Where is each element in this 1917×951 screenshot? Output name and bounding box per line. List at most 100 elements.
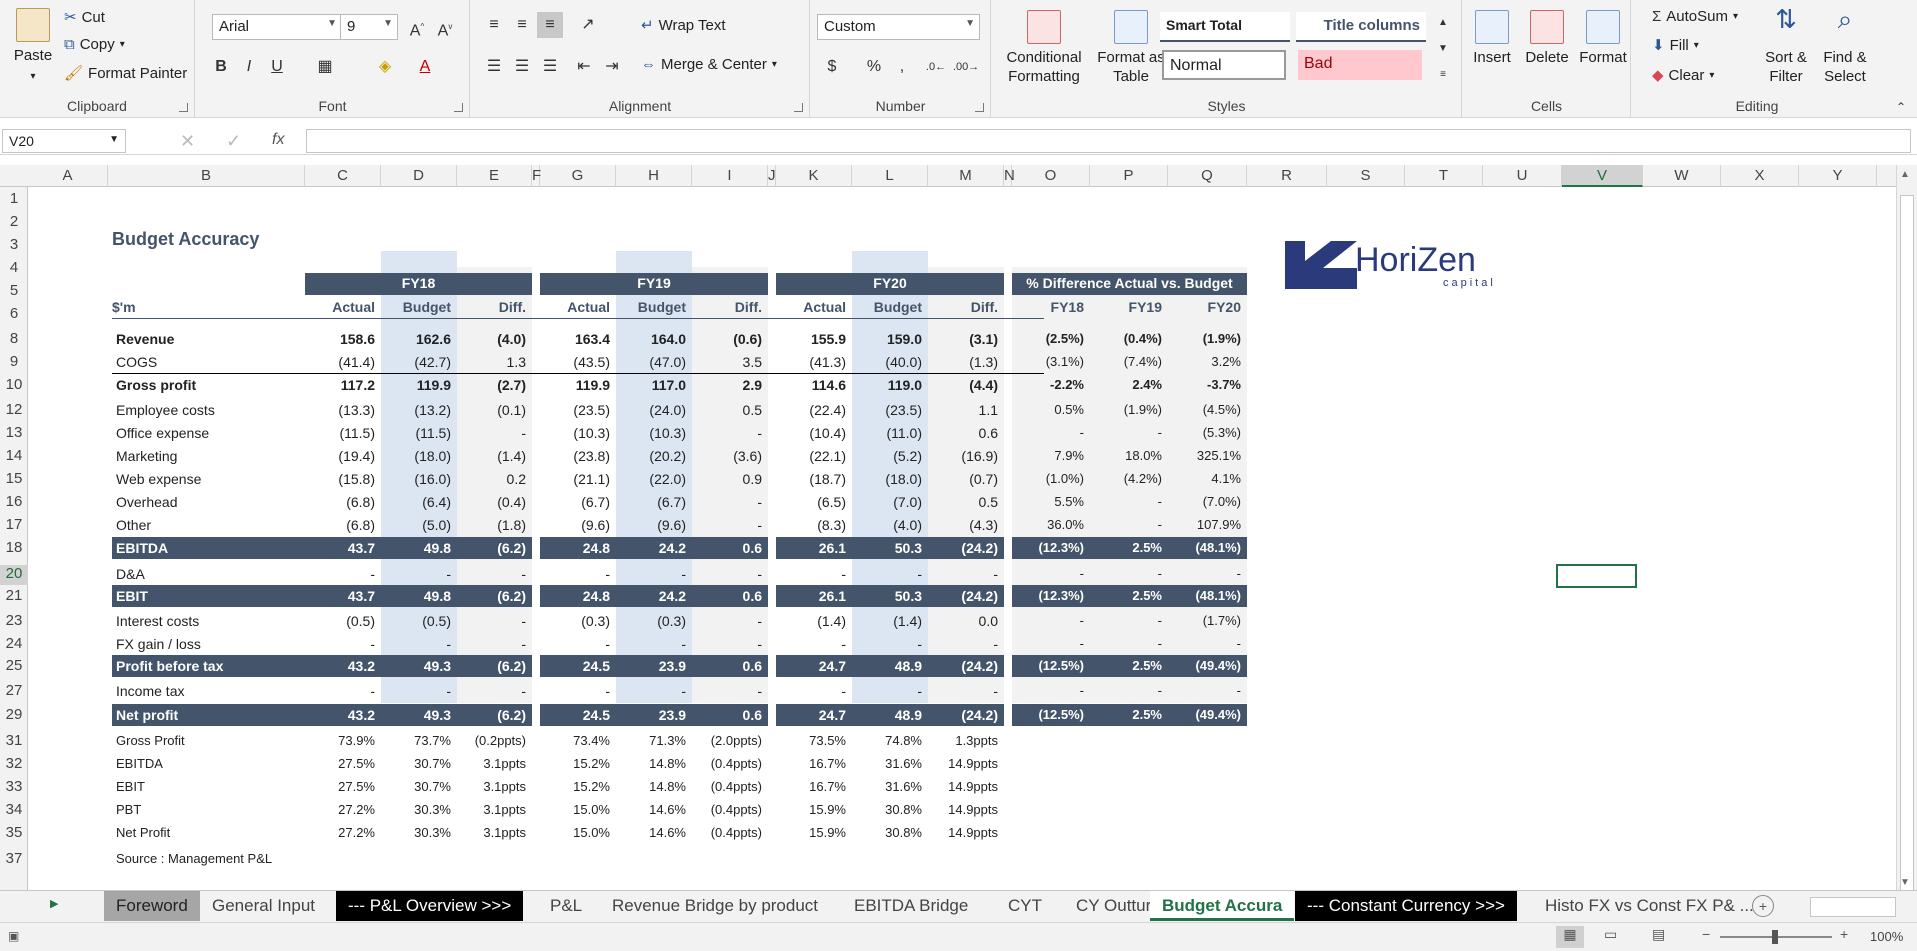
- cancel-icon[interactable]: ✕: [180, 131, 195, 152]
- scroll-up-icon[interactable]: ▲: [1900, 169, 1910, 180]
- increase-font-icon[interactable]: A^: [404, 14, 430, 40]
- active-cell-cursor[interactable]: [1556, 564, 1637, 588]
- style-normal[interactable]: Normal: [1162, 50, 1286, 80]
- page-break-icon[interactable]: ▤: [1652, 926, 1665, 943]
- sheet-tab[interactable]: Revenue Bridge by product: [600, 891, 830, 921]
- tab-scroll-right-icon[interactable]: ▶: [50, 897, 58, 910]
- row-header[interactable]: 32: [0, 755, 28, 775]
- column-header[interactable]: A: [28, 165, 108, 187]
- row-header[interactable]: 16: [0, 493, 28, 513]
- sheet-tab[interactable]: General Input: [200, 891, 327, 921]
- zoom-in-icon[interactable]: +: [1840, 926, 1848, 942]
- borders-icon[interactable]: ▦: [312, 54, 338, 80]
- paste-button[interactable]: Paste ▾: [6, 8, 60, 86]
- row-header[interactable]: 37: [0, 850, 28, 870]
- row-header[interactable]: 20: [0, 565, 28, 585]
- insert-button[interactable]: Insert: [1465, 10, 1519, 67]
- cut-button[interactable]: ✂ Cut: [64, 8, 105, 27]
- column-header[interactable]: O: [1012, 165, 1090, 187]
- row-header[interactable]: 15: [0, 470, 28, 490]
- wrap-text-button[interactable]: ↵ Wrap Text: [641, 16, 726, 35]
- row-header[interactable]: 3: [0, 236, 28, 256]
- decrease-indent-icon[interactable]: ⇤: [571, 54, 597, 80]
- row-header[interactable]: 34: [0, 801, 28, 821]
- horizontal-scrollbar[interactable]: [1810, 897, 1896, 917]
- column-header[interactable]: K: [776, 165, 852, 187]
- insert-function-icon[interactable]: fx: [272, 131, 284, 149]
- column-header[interactable]: M: [928, 165, 1004, 187]
- sheet-tab[interactable]: EBITDA Bridge: [842, 891, 980, 921]
- font-size-box[interactable]: 9 ▼: [340, 14, 398, 40]
- column-header[interactable]: C: [305, 165, 381, 187]
- font-launcher-icon[interactable]: .: [454, 103, 463, 112]
- column-header[interactable]: E: [457, 165, 532, 187]
- conditional-formatting-button[interactable]: Conditional Formatting: [996, 10, 1092, 86]
- name-box[interactable]: V20 ▼: [2, 129, 126, 153]
- worksheet-grid[interactable]: Budget Accuracy HoriZen capital FY18 FY19…: [28, 187, 1896, 890]
- align-middle-icon[interactable]: ≡: [509, 12, 535, 38]
- row-header[interactable]: 12: [0, 401, 28, 421]
- number-format-box[interactable]: Custom ▼: [817, 14, 980, 40]
- row-header[interactable]: 27: [0, 682, 28, 702]
- column-header[interactable]: L: [852, 165, 928, 187]
- column-header[interactable]: G: [540, 165, 616, 187]
- column-header[interactable]: S: [1327, 165, 1405, 187]
- sheet-tab[interactable]: --- Constant Currency >>>: [1295, 891, 1517, 921]
- row-header[interactable]: 21: [0, 587, 28, 607]
- styles-scroll-up-icon[interactable]: ▲: [1430, 10, 1456, 36]
- find-select-button[interactable]: ⌕ Find & Select: [1816, 6, 1874, 86]
- page-layout-icon[interactable]: ▭: [1604, 926, 1617, 943]
- styles-more-icon[interactable]: ≡: [1430, 62, 1456, 88]
- alignment-launcher-icon[interactable]: .: [794, 103, 803, 112]
- merge-center-button[interactable]: ⇔ Merge & Center ▾: [641, 56, 777, 73]
- delete-button[interactable]: Delete: [1519, 10, 1575, 67]
- row-header[interactable]: 24: [0, 635, 28, 655]
- row-header[interactable]: 2: [0, 213, 28, 233]
- align-left-icon[interactable]: ☰: [481, 54, 507, 80]
- column-header[interactable]: D: [381, 165, 457, 187]
- row-header[interactable]: 1: [0, 190, 28, 210]
- align-center-icon[interactable]: ☰: [509, 54, 535, 80]
- column-header[interactable]: R: [1247, 165, 1327, 187]
- style-bad[interactable]: Bad: [1298, 50, 1422, 80]
- bold-button[interactable]: B: [208, 54, 234, 80]
- increase-decimal-icon[interactable]: .0←: [923, 54, 949, 80]
- sort-filter-button[interactable]: ⇅ Sort & Filter: [1758, 6, 1814, 86]
- row-header[interactable]: 10: [0, 376, 28, 396]
- align-bottom-icon[interactable]: ≡: [537, 12, 563, 38]
- formula-input[interactable]: [306, 129, 1911, 153]
- enter-icon[interactable]: ✓: [226, 131, 241, 152]
- scroll-thumb[interactable]: [1900, 195, 1914, 915]
- sheet-tab[interactable]: Budget Accura: [1150, 891, 1295, 921]
- row-header[interactable]: 18: [0, 539, 28, 559]
- sheet-tab[interactable]: --- P&L Overview >>>: [336, 891, 524, 921]
- clear-button[interactable]: ◆ Clear ▾: [1652, 66, 1714, 85]
- currency-icon[interactable]: $: [819, 54, 845, 80]
- styles-scroll-down-icon[interactable]: ▼: [1430, 36, 1456, 62]
- style-title-columns[interactable]: Title columns: [1296, 12, 1426, 42]
- sheet-tab[interactable]: Histo FX vs Const FX P& ...: [1533, 891, 1766, 921]
- column-header[interactable]: X: [1721, 165, 1799, 187]
- row-header[interactable]: 25: [0, 657, 28, 677]
- column-header[interactable]: F: [532, 165, 541, 187]
- column-header[interactable]: H: [616, 165, 692, 187]
- column-header[interactable]: B: [108, 165, 305, 187]
- orientation-icon[interactable]: ↗: [575, 12, 601, 38]
- column-header[interactable]: N: [1004, 165, 1015, 187]
- format-button[interactable]: Format: [1575, 10, 1631, 67]
- column-header[interactable]: I: [692, 165, 768, 187]
- sheet-tab[interactable]: CYT: [996, 891, 1054, 921]
- zoom-slider[interactable]: [1720, 930, 1832, 944]
- row-header[interactable]: 13: [0, 424, 28, 444]
- format-painter-button[interactable]: 🖌 Format Painter: [64, 64, 187, 83]
- normal-view-icon[interactable]: ▦: [1556, 926, 1584, 948]
- underline-button[interactable]: U: [264, 54, 290, 80]
- row-header[interactable]: 6: [0, 305, 28, 325]
- autosum-button[interactable]: Σ AutoSum ▾: [1652, 8, 1738, 25]
- sheet-tab[interactable]: Foreword: [104, 891, 200, 921]
- increase-indent-icon[interactable]: ⇥: [599, 54, 625, 80]
- zoom-out-icon[interactable]: −: [1702, 926, 1710, 942]
- align-top-icon[interactable]: ≡: [481, 12, 507, 38]
- row-header[interactable]: 4: [0, 259, 28, 279]
- copy-button[interactable]: ⧉ Copy ▾: [64, 36, 125, 53]
